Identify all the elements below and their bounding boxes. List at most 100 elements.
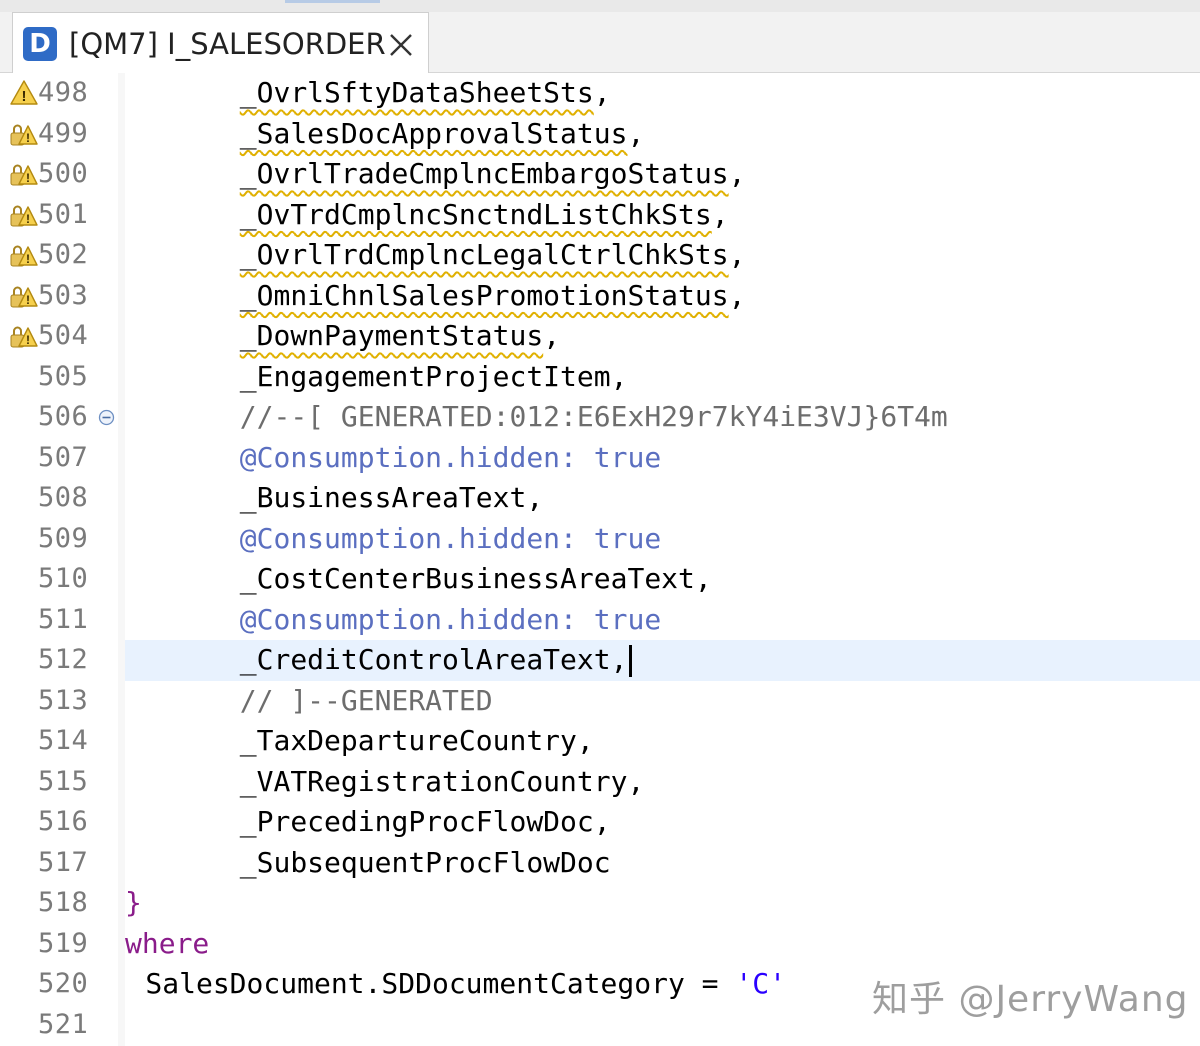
code-line[interactable]: 519 where [0,924,1200,965]
code-line[interactable]: 517 _SubsequentProcFlowDoc [0,843,1200,884]
code-text[interactable]: _OmniChnlSalesPromotionStatus, [240,276,746,317]
svg-text:!: ! [26,212,30,226]
line-number: 517 [38,846,89,878]
token-assoc: , [593,76,611,109]
code-line[interactable]: 515 _VATRegistrationCountry, [0,762,1200,803]
code-text[interactable]: _EngagementProjectItem, [240,357,628,398]
line-number: 508 [38,482,89,513]
close-icon[interactable] [385,29,417,61]
tab-bar-top-strip [0,0,1200,12]
code-text[interactable]: _SalesDocApprovalStatus, [240,114,645,155]
code-line[interactable]: ! 504 _DownPaymentStatus, [0,316,1200,357]
code-line[interactable]: 516 _PrecedingProcFlowDoc, [0,802,1200,843]
code-editor[interactable]: ! 498 _OvrlSftyDataSheetSts,! 499 _SalesDocA… [0,73,1200,1046]
warning-icon[interactable]: ! [10,79,38,107]
code-line[interactable]: 508 _BusinessAreaText, [0,478,1200,519]
token-assoc: _BusinessAreaText, [239,481,544,514]
code-line[interactable]: ! 498 _OvrlSftyDataSheetSts, [0,73,1200,114]
code-text[interactable]: _TaxDepartureCountry, [240,721,594,762]
code-text[interactable]: _VATRegistrationCountry, [240,762,645,803]
code-line[interactable]: 513 // ]--GENERATED [0,681,1200,722]
line-number: 511 [38,603,89,635]
code-text[interactable]: @Consumption.hidden: true [240,600,661,641]
code-text[interactable]: _OvrlSftyDataSheetSts, [240,73,611,114]
token-str: 'C' [735,967,786,1000]
code-line-current[interactable]: 512 _CreditControlAreaText, [0,640,1200,681]
code-text[interactable]: @Consumption.hidden: true [240,519,661,560]
line-number: 518 [38,887,89,918]
warning-lock-icon[interactable]: ! [10,322,38,350]
token-assoc: , [728,238,746,271]
code-text[interactable]: _CreditControlAreaText, [240,640,633,681]
code-text[interactable]: //--[ GENERATED:012:E6ExH29r7kY4iE3VJ}6T… [240,397,948,438]
token-assoc: _OvrlTrdCmplncLegalCtrlChkSts [239,238,729,271]
token-annot: @Consumption.hidden: [239,602,594,636]
code-text[interactable]: _CostCenterBusinessAreaText, [240,559,712,600]
token-assoc: _CreditControlAreaText, [239,643,628,676]
text-caret [629,645,633,677]
code-text[interactable]: _PrecedingProcFlowDoc, [240,802,611,843]
code-text[interactable]: // ]--GENERATED [240,681,493,722]
code-line[interactable]: ! 502 _OvrlTrdCmplncLegalCtrlChkSts, [0,235,1200,276]
code-line[interactable]: 505 _EngagementProjectItem, [0,357,1200,398]
code-text[interactable]: _SubsequentProcFlowDoc [240,843,611,884]
warning-lock-icon[interactable]: ! [10,160,38,188]
line-number: 507 [38,441,89,473]
code-line[interactable]: ! 503 _OmniChnlSalesPromotionStatus, [0,276,1200,317]
svg-text:!: ! [22,88,27,105]
line-number: 510 [38,563,89,594]
code-line[interactable]: ! 499 _SalesDocApprovalStatus, [0,114,1200,155]
code-text[interactable]: where [125,924,209,965]
warning-lock-icon[interactable]: ! [10,241,38,269]
line-number: 500 [38,158,89,189]
code-text[interactable]: SalesDocument.SDDocumentCategory = 'C' [145,964,786,1005]
fold-collapse-icon[interactable] [98,409,115,426]
code-line[interactable]: 514 _TaxDepartureCountry, [0,721,1200,762]
token-assoc: _TaxDepartureCountry, [239,724,594,757]
code-line[interactable]: ! 500 _OvrlTradeCmplncEmbargoStatus, [0,154,1200,195]
line-number: 520 [38,968,89,999]
code-line[interactable]: 509 @Consumption.hidden: true [0,519,1200,560]
token-bool: true [593,440,662,474]
token-assoc: , [728,157,746,190]
code-line[interactable]: ! 501 _OvTrdCmplncSnctndListChkSts, [0,195,1200,236]
code-line[interactable]: 518} [0,883,1200,924]
code-text[interactable]: _OvrlTrdCmplncLegalCtrlChkSts, [240,235,746,276]
code-line[interactable]: 506 //--[ GENERATED:012:E6ExH29r7kY4iE3VJ… [0,397,1200,438]
warning-lock-icon[interactable]: ! [10,282,38,310]
code-line[interactable]: 511 @Consumption.hidden: true [0,600,1200,641]
token-assoc: _VATRegistrationCountry, [239,764,645,798]
token-annot: @Consumption.hidden: [239,440,594,474]
token-assoc: , [543,319,561,352]
token-comment: // ]--GENERATED [239,683,493,717]
token-assoc: _SubsequentProcFlowDoc [239,845,611,879]
line-number: 521 [38,1008,89,1040]
code-line[interactable]: 510 _CostCenterBusinessAreaText, [0,559,1200,600]
code-text[interactable]: _OvTrdCmplncSnctndListChkSts, [240,195,729,236]
token-assoc: _SalesDocApprovalStatus [239,116,628,150]
line-number: 504 [38,320,89,351]
code-line[interactable]: 507 @Consumption.hidden: true [0,438,1200,479]
code-text[interactable]: _OvrlTradeCmplncEmbargoStatus, [240,154,746,195]
svg-text:!: ! [26,333,30,347]
editor-tab-i-salesorder[interactable]: D [QM7] I_SALESORDER [12,12,429,73]
token-comment: //--[ GENERATED:012:E6ExH29r7kY4iE3VJ}6T… [239,400,948,433]
code-text[interactable]: _DownPaymentStatus, [240,316,560,357]
svg-text:!: ! [26,131,30,145]
warning-lock-icon[interactable]: ! [10,201,38,229]
line-number: 513 [38,684,89,716]
svg-text:!: ! [26,293,30,307]
code-text[interactable]: } [125,883,142,924]
line-number: 516 [38,806,89,837]
line-number: 502 [38,239,89,270]
code-text[interactable]: _BusinessAreaText, [240,478,543,519]
code-text[interactable]: @Consumption.hidden: true [240,438,661,479]
editor-tab-bar: D [QM7] I_SALESORDER [0,0,1200,73]
token-annot: @Consumption.hidden: [239,521,594,555]
token-assoc: _OvrlTradeCmplncEmbargoStatus [239,157,729,190]
warning-lock-icon[interactable]: ! [10,120,38,148]
line-number: 519 [38,927,89,959]
watermark: 知乎 @JerryWang [872,979,1189,1020]
line-number: 503 [38,279,89,311]
token-kw: } [125,886,142,919]
